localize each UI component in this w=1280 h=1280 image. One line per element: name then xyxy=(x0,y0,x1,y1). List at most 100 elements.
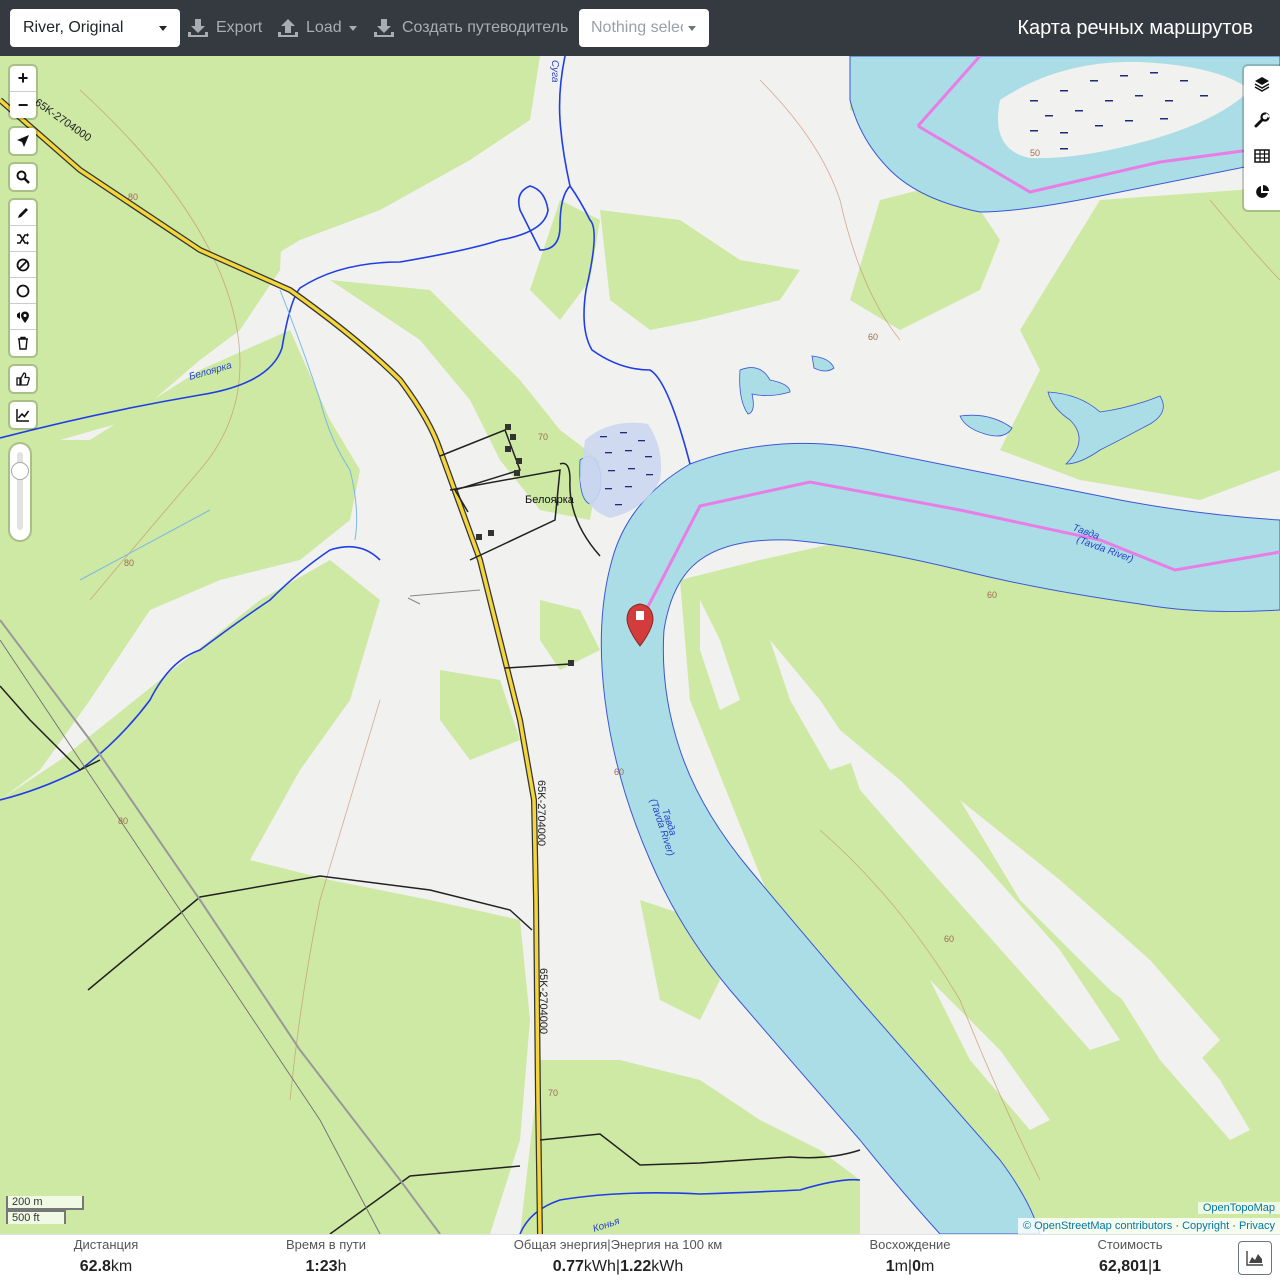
zoom-out-button[interactable]: − xyxy=(10,92,36,118)
create-guide-label: Создать путеводитель xyxy=(402,19,569,36)
tile-attribution-link[interactable]: OpenTopoMap xyxy=(1197,1202,1280,1214)
contour-label: 80 xyxy=(124,558,134,568)
contour-label: 60 xyxy=(944,934,954,944)
search-control xyxy=(10,164,36,190)
trash-icon xyxy=(18,336,28,350)
stat-time: Время в пути 1:23h xyxy=(266,1237,386,1278)
no-entry-icon xyxy=(16,258,30,271)
table-icon xyxy=(1254,149,1270,163)
contour-label: 70 xyxy=(548,1088,558,1098)
download-icon xyxy=(188,19,208,37)
scale-bar: 200 m 500 ft xyxy=(6,1196,84,1224)
map-attribution: © OpenStreetMap contributors · Copyright… xyxy=(1017,1218,1280,1234)
stat-cost-label: Стоимость xyxy=(1097,1237,1163,1252)
pie-chart-icon xyxy=(1256,185,1269,198)
stat-energy: Общая энергия|Энергия на 100 км 0.77kWh|… xyxy=(502,1237,734,1278)
attribution-separator: · xyxy=(1229,1220,1239,1232)
shuffle-button[interactable] xyxy=(10,226,36,252)
pencil-icon xyxy=(18,207,28,218)
selection-placeholder: Nothing selected xyxy=(591,19,683,36)
layers-icon xyxy=(1254,77,1270,92)
analysis-button[interactable] xyxy=(1244,174,1280,210)
contour-label: 80 xyxy=(118,816,128,826)
selection-dropdown[interactable]: Nothing selected xyxy=(579,9,709,47)
stat-distance-value: 62.8km xyxy=(79,1258,133,1275)
area-chart-icon xyxy=(1246,1251,1263,1266)
pin-sound-icon xyxy=(17,311,29,323)
circle-area-button[interactable] xyxy=(10,278,36,304)
stat-energy-value: 0.77kWh|1.22kWh xyxy=(552,1258,684,1275)
stat-distance: Дистанция 62.8km xyxy=(56,1237,156,1278)
feedback-control xyxy=(10,366,36,392)
slider-handle[interactable] xyxy=(11,462,29,480)
chevron-down-icon xyxy=(348,25,357,31)
elevation-button[interactable] xyxy=(10,402,36,428)
copyright-link[interactable]: Copyright xyxy=(1182,1220,1229,1232)
export-label: Export xyxy=(216,19,263,36)
stat-cost-value: 62,801|1 xyxy=(1099,1258,1161,1275)
draw-tools xyxy=(10,200,36,356)
stat-cost: Стоимость 62,801|1 xyxy=(1070,1237,1190,1278)
data-table-button[interactable] xyxy=(1244,138,1280,174)
settings-button[interactable] xyxy=(1244,102,1280,138)
scale-imperial: 500 ft xyxy=(6,1210,66,1224)
zoom-controls: + − xyxy=(10,66,36,118)
search-icon xyxy=(16,170,30,184)
contour-label: 50 xyxy=(1030,148,1040,158)
zoom-in-button[interactable]: + xyxy=(10,66,36,92)
create-guide-button[interactable]: Создать путеводитель xyxy=(374,9,568,47)
no-go-area-button[interactable] xyxy=(10,252,36,278)
wrench-icon xyxy=(1254,112,1270,128)
topo-map-canvas: 65K-2704000 65K-2704000 65K-2704000 Бело… xyxy=(0,56,1280,1234)
line-chart-icon xyxy=(16,409,30,422)
chevron-down-icon xyxy=(688,26,696,31)
layers-button[interactable] xyxy=(1244,66,1280,102)
top-navbar: River, Original Export Load Создать путе… xyxy=(0,0,1280,56)
stat-distance-label: Дистанция xyxy=(73,1237,139,1252)
road-label-south: 65K-2704000 xyxy=(537,968,549,1034)
privacy-link[interactable]: Privacy xyxy=(1239,1220,1275,1232)
settlement-label: Белоярка xyxy=(525,494,575,506)
locate-icon xyxy=(17,135,29,147)
export-button[interactable]: Export xyxy=(188,9,262,47)
contour-label: 80 xyxy=(128,192,138,202)
contour-label: 60 xyxy=(614,767,624,777)
elevation-chart-toggle-button[interactable] xyxy=(1238,1241,1272,1275)
locate-control xyxy=(10,128,36,154)
elevation-control xyxy=(10,402,36,428)
contour-label: 60 xyxy=(987,590,997,600)
search-button[interactable] xyxy=(10,164,36,190)
profile-select[interactable]: River, Original xyxy=(10,9,180,47)
shuffle-icon xyxy=(17,232,29,245)
scale-metric: 200 m xyxy=(6,1196,84,1210)
circle-icon xyxy=(16,284,30,297)
stat-time-value: 1:23h xyxy=(305,1258,347,1275)
opacity-slider[interactable] xyxy=(10,444,30,540)
right-controls xyxy=(1244,66,1280,210)
road-label-mid: 65K-2704000 xyxy=(535,780,547,846)
upload-icon xyxy=(278,19,298,37)
draw-route-button[interactable] xyxy=(10,200,36,226)
stat-ascent-value: 1m|0m xyxy=(885,1258,935,1275)
delete-route-button[interactable] xyxy=(10,330,36,356)
stat-energy-label: Общая энергия|Энергия на 100 км xyxy=(513,1237,723,1252)
load-label: Load xyxy=(306,19,342,36)
locate-button[interactable] xyxy=(10,128,36,154)
stat-time-label: Время в пути xyxy=(286,1237,366,1252)
chevron-down-icon xyxy=(159,26,167,31)
osm-attribution-link[interactable]: © OpenStreetMap contributors xyxy=(1023,1220,1172,1232)
load-button[interactable]: Load xyxy=(278,9,357,47)
stream-label-suga: Суга xyxy=(549,60,560,83)
download-icon xyxy=(374,19,394,37)
poi-button[interactable] xyxy=(10,304,36,330)
stat-ascent-label: Восхождение xyxy=(869,1237,951,1252)
map-view[interactable]: 65K-2704000 65K-2704000 65K-2704000 Бело… xyxy=(0,56,1280,1234)
contour-label: 70 xyxy=(538,432,548,442)
feedback-button[interactable] xyxy=(10,366,36,392)
stat-ascent: Восхождение 1m|0m xyxy=(850,1237,970,1278)
profile-select-value: River, Original xyxy=(23,19,124,36)
contour-label: 60 xyxy=(868,332,878,342)
attribution-separator: · xyxy=(1172,1220,1183,1232)
thumbs-up-icon xyxy=(16,372,30,386)
route-stats-bar: Дистанция 62.8km Время в пути 1:23h Обща… xyxy=(0,1234,1280,1280)
